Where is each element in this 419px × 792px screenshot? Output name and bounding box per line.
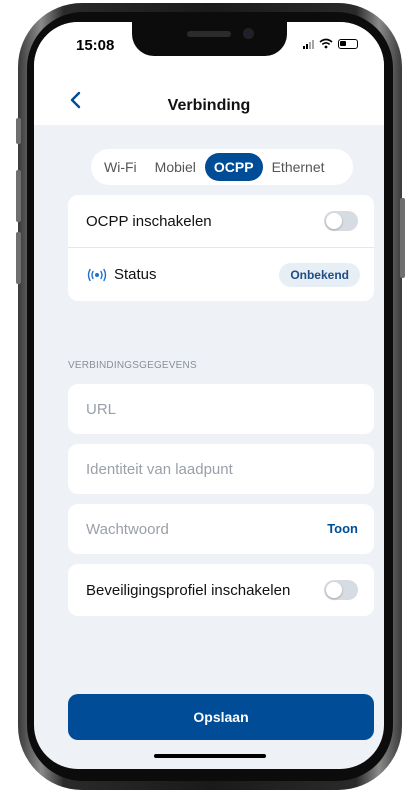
url-input[interactable] [68, 384, 374, 434]
identity-field [68, 444, 374, 494]
identity-input[interactable] [68, 444, 374, 494]
ocpp-card: OCPP inschakelen Status Onbekend [68, 195, 374, 301]
url-field [68, 384, 374, 434]
security-toggle-row: Beveiligingsprofiel inschakelen [68, 564, 374, 616]
notch [132, 22, 287, 56]
status-badge: Onbekend [279, 262, 360, 287]
security-toggle[interactable] [324, 580, 358, 600]
signal-icon [303, 39, 314, 49]
front-camera [243, 28, 254, 39]
app-screen: Verbinding 15:08 Wi-Fi Mobiel OCPP Ether… [34, 22, 384, 769]
tab-wifi[interactable]: Wi-Fi [95, 153, 146, 181]
ocpp-status-row: Status Onbekend [68, 248, 374, 301]
security-card: Beveiligingsprofiel inschakelen [68, 564, 374, 616]
power-button [400, 198, 405, 278]
speaker-grille [187, 31, 231, 37]
ocpp-toggle-row: OCPP inschakelen [68, 195, 374, 247]
tab-ethernet[interactable]: Ethernet [263, 153, 334, 181]
status-label: Status [114, 266, 157, 283]
password-field: Toon [68, 504, 374, 554]
ocpp-toggle[interactable] [324, 211, 358, 231]
security-toggle-label: Beveiligingsprofiel inschakelen [86, 581, 291, 599]
wifi-icon [319, 38, 333, 49]
page-title: Verbinding [167, 97, 251, 114]
volume-up-button [16, 170, 21, 222]
home-indicator [154, 754, 266, 758]
broadcast-icon [87, 268, 107, 281]
show-password-button[interactable]: Toon [327, 521, 358, 536]
tab-mobiel[interactable]: Mobiel [146, 153, 205, 181]
connection-tabs: Wi-Fi Mobiel OCPP Ethernet [91, 149, 353, 185]
silent-switch [16, 118, 21, 144]
battery-icon [338, 38, 358, 49]
status-time: 15:08 [76, 37, 115, 54]
section-title: VERBINDINGSGEGEVENS [68, 360, 197, 371]
status-icons [303, 38, 358, 49]
ocpp-toggle-label: OCPP inschakelen [86, 212, 212, 230]
tab-ocpp[interactable]: OCPP [204, 153, 263, 181]
save-button[interactable]: Opslaan [68, 694, 374, 740]
volume-down-button [16, 232, 21, 284]
